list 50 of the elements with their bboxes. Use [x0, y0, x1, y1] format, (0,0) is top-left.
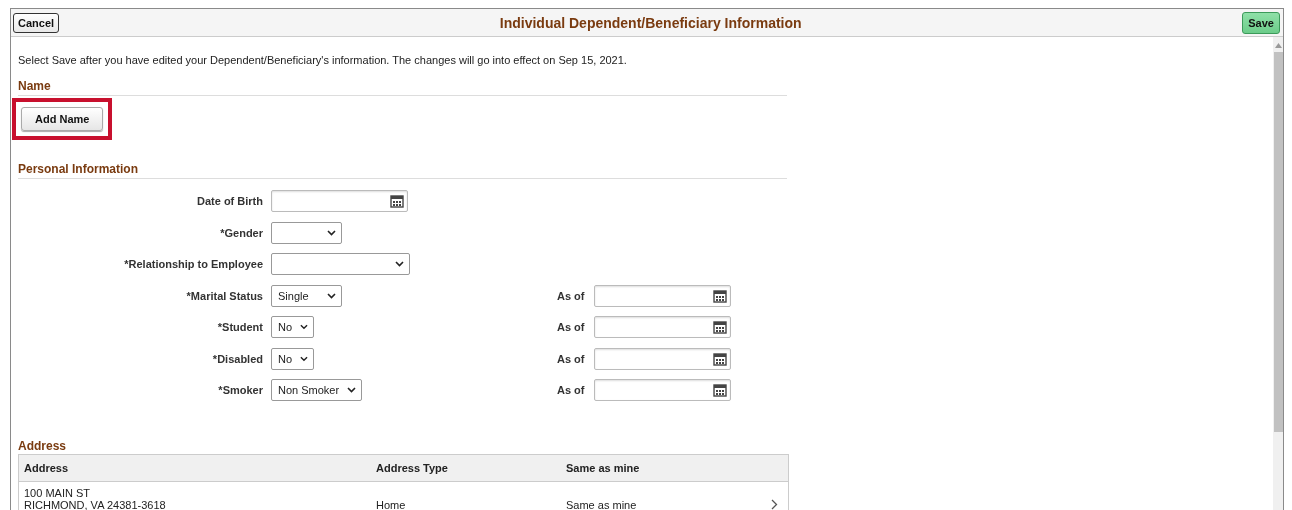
save-button[interactable]: Save [1242, 11, 1280, 34]
date-field[interactable] [594, 316, 731, 338]
date-field[interactable] [594, 284, 731, 307]
chevron-down-icon [300, 324, 308, 330]
date-field[interactable] [594, 379, 731, 401]
field-label: As of [557, 289, 585, 302]
field-label: *Marital Status [185, 289, 263, 302]
field-label: *Disabled [211, 352, 263, 365]
calendar-icon[interactable] [713, 288, 727, 303]
field-label: As of [557, 352, 585, 365]
field-label: *Smoker [217, 384, 263, 396]
chevron-down-icon [327, 292, 336, 299]
field-label: *Gender [219, 226, 263, 239]
field-label: As of [557, 384, 585, 396]
chevron-down-icon [347, 387, 357, 393]
chevron-down-icon [395, 261, 404, 267]
date-field[interactable] [271, 190, 408, 212]
section-heading: Personal Information [18, 162, 787, 179]
table-cell-text: Home [376, 499, 407, 510]
calendar-icon[interactable] [390, 194, 404, 208]
column-header: Address [23, 462, 70, 474]
calendar-icon[interactable] [713, 383, 727, 397]
dropdown[interactable]: Single [271, 284, 342, 307]
chevron-down-icon [300, 355, 308, 362]
dropdown[interactable]: Non Smoker [271, 379, 363, 401]
column-header: Address Type [376, 462, 449, 474]
field-label: *Relationship to Employee [123, 258, 263, 270]
dropdown[interactable] [271, 253, 410, 275]
field-label: As of [557, 321, 585, 333]
date-field[interactable] [594, 347, 731, 370]
section-heading: Name [18, 79, 787, 96]
dropdown[interactable] [271, 221, 342, 244]
field-label: Date of Birth [196, 195, 263, 207]
add-name-button[interactable]: Add Name [21, 107, 104, 131]
dropdown[interactable]: No [271, 316, 314, 338]
chevron-right-icon[interactable] [771, 499, 778, 510]
dropdown[interactable]: No [271, 347, 314, 370]
chevron-down-icon [327, 229, 336, 236]
field-label: *Student [216, 321, 263, 333]
column-header: Same as mine [566, 462, 641, 474]
calendar-icon[interactable] [713, 320, 727, 334]
page-title: Individual Dependent/Beneficiary Information [499, 14, 802, 31]
instruction-text: Select Save after you have edited your Dependent/Beneficiary's information. The changes will go into effect on Sep 15, 2021. [18, 54, 628, 66]
section-heading: Address [18, 439, 68, 454]
table-cell-text: 100 MAIN ST RICHMOND, VA 24381-3618 [23, 487, 167, 510]
table-cell-text: Same as mine [566, 499, 638, 510]
scrollbar-thumb[interactable] [1273, 52, 1283, 432]
calendar-icon[interactable] [713, 351, 727, 366]
scrollbar[interactable] [1273, 37, 1283, 510]
cancel-button[interactable]: Cancel [13, 12, 60, 33]
